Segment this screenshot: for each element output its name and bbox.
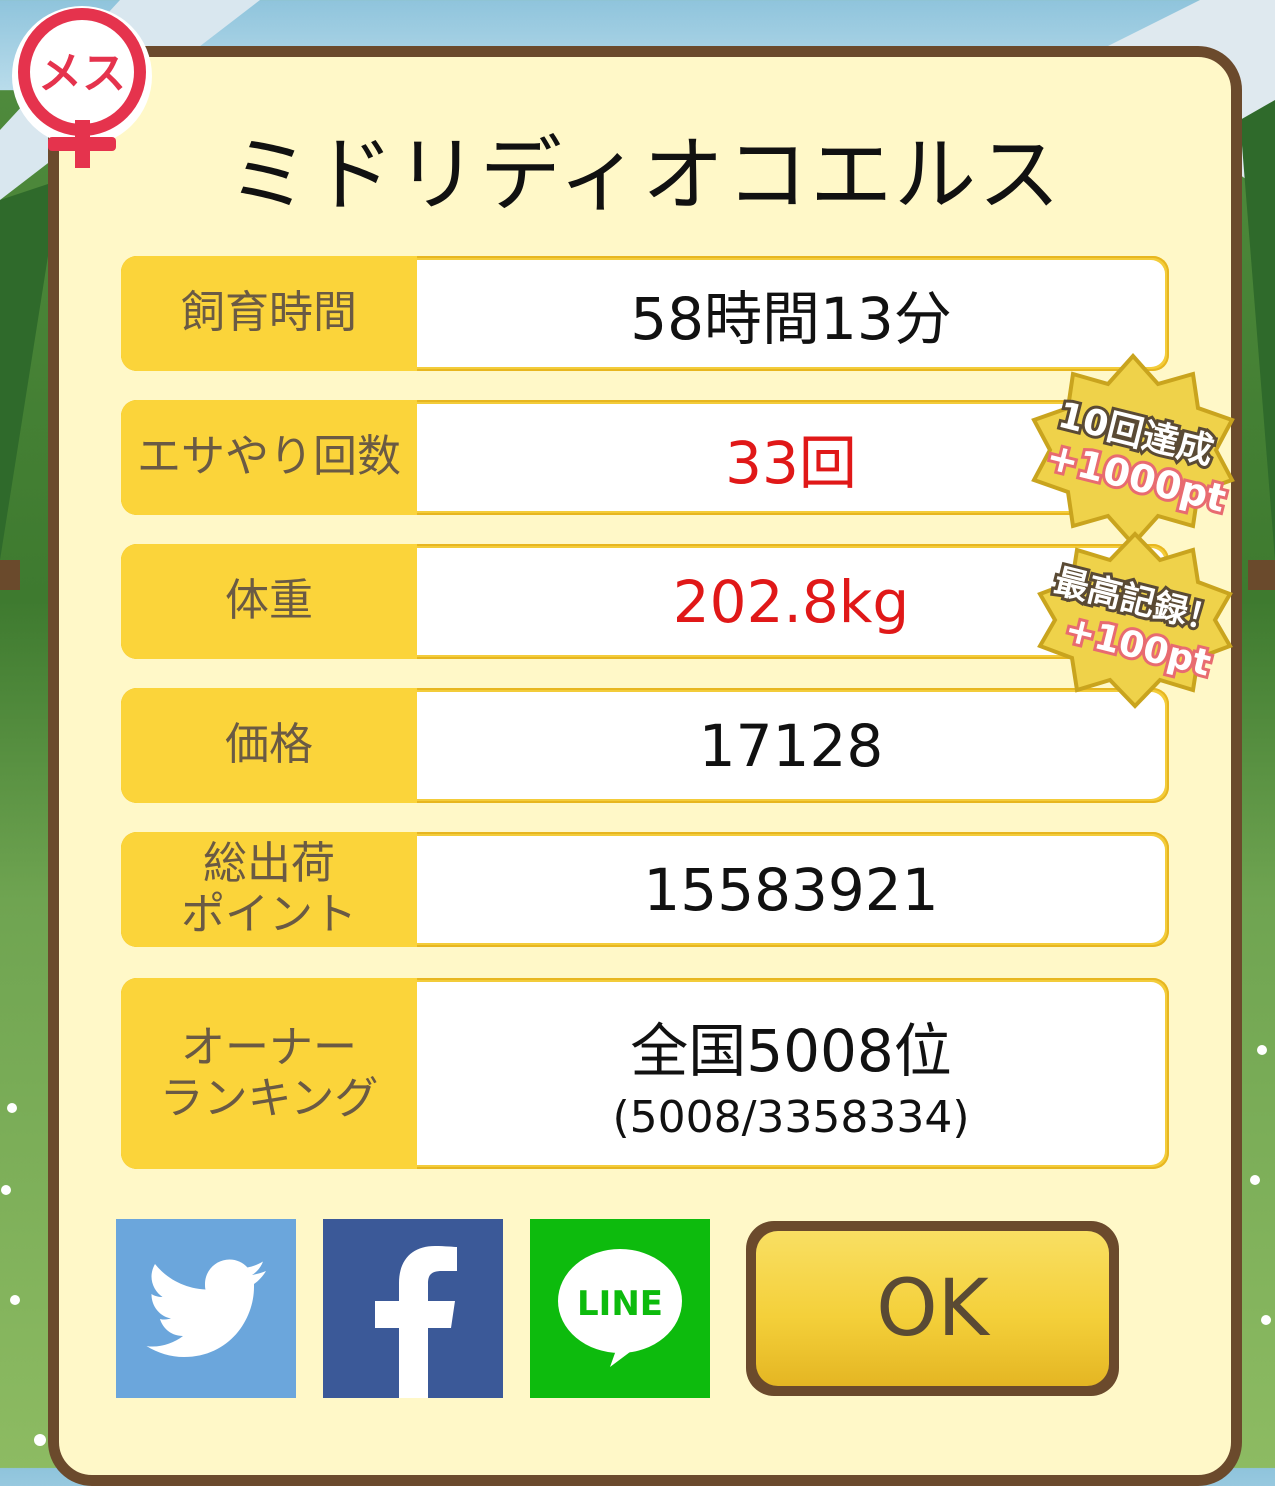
total-points-value: 15583921 xyxy=(643,855,939,924)
stat-row-price: 価格 17128 xyxy=(121,688,1169,803)
stat-row-breeding-time: 飼育時間 58時間13分 xyxy=(121,256,1169,371)
stat-value: 15583921 xyxy=(417,836,1165,943)
stat-label-line: ランキング xyxy=(159,1072,379,1124)
stat-row-owner-ranking: オーナー ランキング 全国5008位 (5008/3358334) xyxy=(121,978,1169,1169)
stat-label: エサやり回数 xyxy=(121,400,417,515)
stat-label: 体重 xyxy=(121,544,417,659)
stat-label: オーナー ランキング xyxy=(121,978,417,1169)
twitter-bird-icon xyxy=(146,1259,266,1357)
twitter-share-button[interactable] xyxy=(116,1219,296,1398)
facebook-f-icon xyxy=(375,1246,457,1398)
line-label: LINE xyxy=(577,1284,663,1324)
gender-label: メス xyxy=(38,48,126,99)
feeding-count-value: 33回 xyxy=(725,428,857,497)
stat-value: 全国5008位 (5008/3358334) xyxy=(417,982,1165,1165)
stat-label: 飼育時間 xyxy=(121,256,417,371)
stat-label: 総出荷 ポイント xyxy=(121,832,417,947)
pet-name-title: ミドリディオコエルス xyxy=(227,128,1063,223)
stat-row-total-points: 総出荷 ポイント 15583921 xyxy=(121,832,1169,947)
stat-label-line: ポイント xyxy=(181,888,357,940)
stat-label: 価格 xyxy=(121,688,417,803)
feeding-achievement-badge: 10回達成 +1000pt xyxy=(1031,352,1235,548)
owner-ranking-sub-value: (5008/3358334) xyxy=(612,1092,970,1143)
weight-value: 202.8kg xyxy=(672,567,910,636)
breeding-time-value: 58時間13分 xyxy=(630,284,952,353)
ok-button[interactable]: OK xyxy=(746,1221,1119,1396)
price-value: 17128 xyxy=(698,711,884,780)
ok-label: OK xyxy=(756,1231,1109,1386)
facebook-share-button[interactable] xyxy=(323,1219,503,1398)
stat-row-feeding-count: エサやり回数 33回 xyxy=(121,400,1169,515)
stat-label-line: オーナー xyxy=(181,1021,357,1073)
line-speech-bubble-icon: LINE xyxy=(558,1248,682,1367)
weight-record-badge: 最高記録！ +100pt xyxy=(1037,531,1233,709)
line-share-button[interactable]: LINE xyxy=(530,1219,710,1398)
stat-label-line: 総出荷 xyxy=(203,837,335,889)
stat-row-weight: 体重 202.8kg xyxy=(121,544,1169,659)
owner-ranking-value: 全国5008位 xyxy=(630,1017,952,1085)
